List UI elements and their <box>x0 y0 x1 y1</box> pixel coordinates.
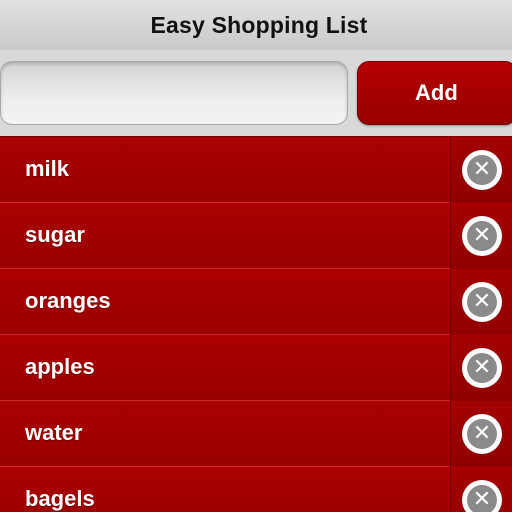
close-circle-icon: ✕ <box>462 480 502 512</box>
close-glyph: ✕ <box>467 155 497 185</box>
item-label: water <box>25 420 83 445</box>
close-glyph: ✕ <box>467 419 497 449</box>
shopping-list: milk ✕ sugar ✕ oranges ✕ apples ✕ water ✕ bagels ✕ <box>0 136 512 512</box>
add-button[interactable]: Add <box>357 61 512 125</box>
close-glyph: ✕ <box>467 221 497 251</box>
app-title: Easy Shopping List <box>150 11 368 38</box>
item-label: bagels <box>25 486 95 511</box>
close-circle-icon: ✕ <box>462 282 502 322</box>
delete-item-button[interactable]: ✕ <box>450 137 512 203</box>
delete-item-button[interactable]: ✕ <box>450 467 512 512</box>
close-circle-icon: ✕ <box>462 216 502 256</box>
close-circle-icon: ✕ <box>462 348 502 388</box>
delete-item-button[interactable]: ✕ <box>450 335 512 401</box>
close-glyph: ✕ <box>467 485 497 512</box>
title-bar: Easy Shopping List <box>0 0 512 50</box>
delete-item-button[interactable]: ✕ <box>450 401 512 467</box>
close-glyph: ✕ <box>467 353 497 383</box>
list-item[interactable]: milk ✕ <box>0 137 512 203</box>
close-circle-icon: ✕ <box>462 414 502 454</box>
list-item[interactable]: bagels ✕ <box>0 467 512 512</box>
item-label: oranges <box>25 288 111 313</box>
list-item[interactable]: oranges ✕ <box>0 269 512 335</box>
list-item[interactable]: water ✕ <box>0 401 512 467</box>
close-glyph: ✕ <box>467 287 497 317</box>
item-label: sugar <box>25 222 85 247</box>
item-input[interactable] <box>0 61 348 125</box>
delete-item-button[interactable]: ✕ <box>450 203 512 269</box>
delete-item-button[interactable]: ✕ <box>450 269 512 335</box>
close-circle-icon: ✕ <box>462 150 502 190</box>
app-screen: Easy Shopping List Add milk ✕ sugar ✕ orange… <box>0 0 512 512</box>
list-item[interactable]: sugar ✕ <box>0 203 512 269</box>
input-row: Add <box>0 50 512 136</box>
item-label: apples <box>25 354 95 379</box>
list-item[interactable]: apples ✕ <box>0 335 512 401</box>
item-label: milk <box>25 156 70 181</box>
